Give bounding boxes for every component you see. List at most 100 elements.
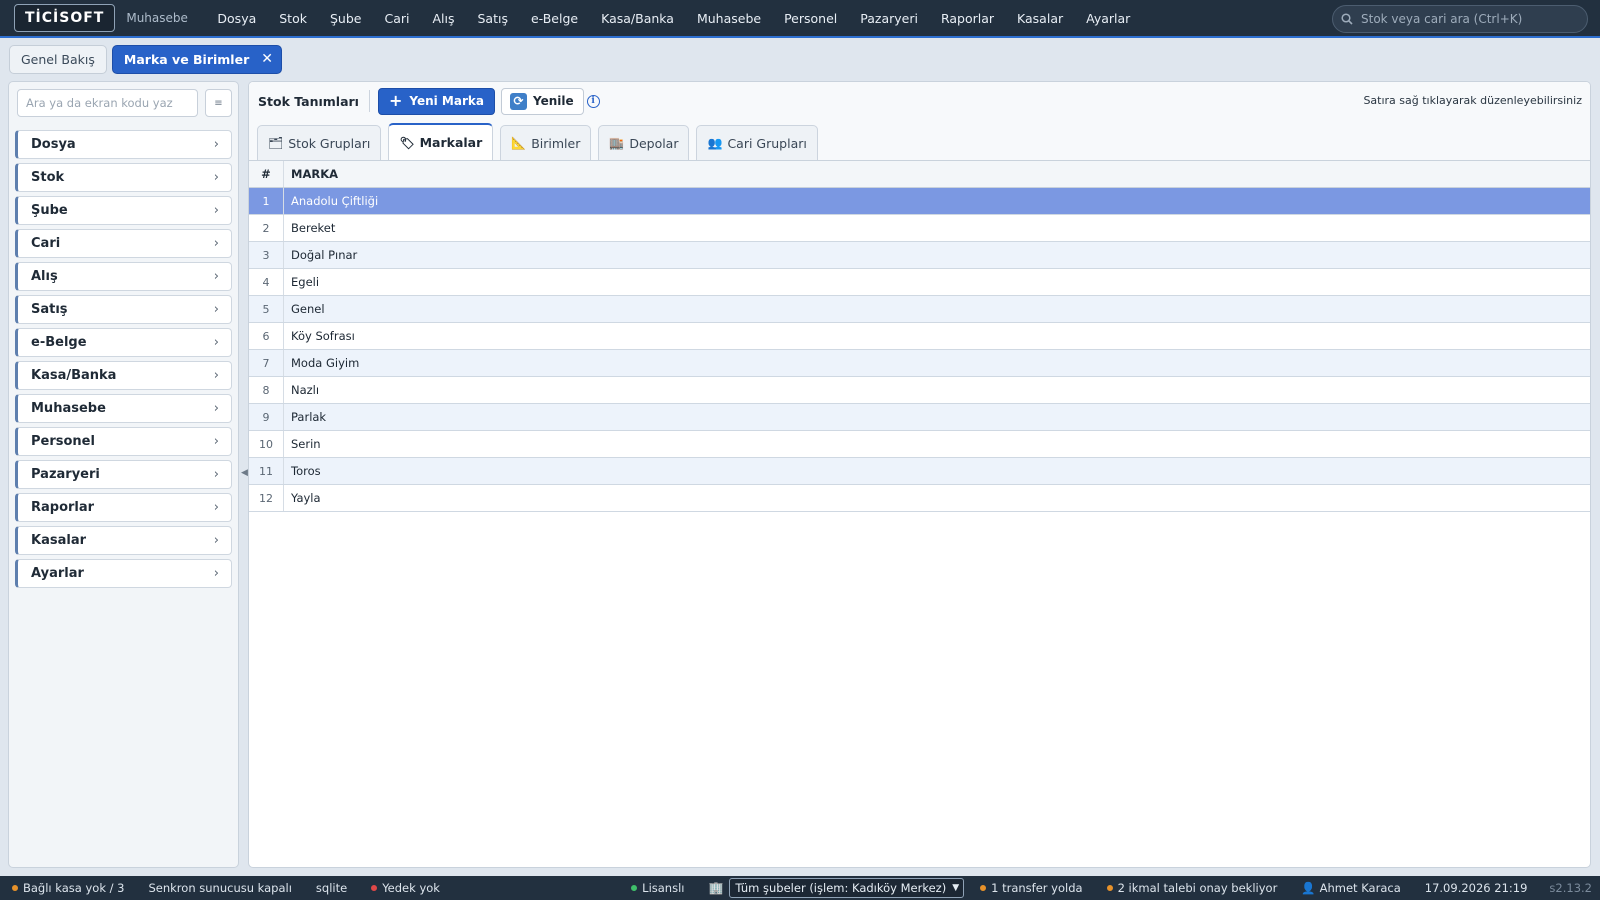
edit-hint: Satıra sağ tıklayarak düzenleyebilirsini… <box>1363 94 1582 107</box>
app-logo[interactable]: TİCİSOFT <box>14 4 116 32</box>
chevron-right-icon: › <box>213 335 219 350</box>
page-tabs: Genel Bakış Marka ve Birimler ✕ <box>0 40 1600 78</box>
sidebar-item-stok[interactable]: Stok › <box>15 163 232 192</box>
sidebar-item-raporlar[interactable]: Raporlar › <box>15 493 232 522</box>
subtab-depolar[interactable]: 🏬 Depolar <box>598 125 690 160</box>
menu-item-pazaryeri[interactable]: Pazaryeri <box>849 11 930 26</box>
menu-item-kasalar[interactable]: Kasalar <box>1006 11 1075 26</box>
menu-item-stok[interactable]: Stok <box>268 11 319 26</box>
menu-item-kasa-banka[interactable]: Kasa/Banka <box>590 11 686 26</box>
sidebar-item-label: Dosya <box>31 137 76 152</box>
branch-select[interactable]: Tüm şubeler (işlem: Kadıköy Merkez) ▼ <box>729 878 965 898</box>
sidebar-item-kasalar[interactable]: Kasalar › <box>15 526 232 555</box>
status-sync: Senkron sunucusu kapalı <box>136 881 303 895</box>
plus-icon: + <box>388 91 403 110</box>
sidebar-search-input[interactable] <box>18 90 197 116</box>
menu-item-cari[interactable]: Cari <box>373 11 421 26</box>
chevron-right-icon: › <box>213 401 219 416</box>
sidebar-item-personel[interactable]: Personel › <box>15 427 232 456</box>
menu-item-muhasebe[interactable]: Muhasebe <box>685 11 772 26</box>
table-row[interactable]: 5 Genel <box>249 296 1590 323</box>
sidebar-item-label: Kasa/Banka <box>31 368 117 383</box>
folder-icon: 🗂 <box>268 136 284 150</box>
chevron-right-icon: › <box>213 533 219 548</box>
list-view-button[interactable]: ≡ <box>205 89 232 117</box>
row-number: 7 <box>249 350 284 376</box>
close-icon[interactable]: ✕ <box>261 51 273 67</box>
sidebar: ≡ Dosya›Stok›Şube›Cari›Alış›Satış›e-Belg… <box>8 81 239 868</box>
table-row[interactable]: 3 Doğal Pınar <box>249 242 1590 269</box>
table-row[interactable]: 8 Nazlı <box>249 377 1590 404</box>
collapse-sidebar-icon[interactable]: ◀ <box>241 468 248 478</box>
new-brand-label: Yeni Marka <box>409 94 484 108</box>
status-user[interactable]: 👤 Ahmet Karaca <box>1289 881 1412 895</box>
table-row[interactable]: 12 Yayla <box>249 485 1590 512</box>
subtab-birimler[interactable]: 📐 Birimler <box>500 125 592 160</box>
chevron-right-icon: › <box>213 500 219 515</box>
status-transfer[interactable]: 1 transfer yolda <box>968 881 1094 895</box>
menu-item-e-belge[interactable]: e-Belge <box>519 11 589 26</box>
table-row[interactable]: 11 Toros <box>249 458 1590 485</box>
row-number: 3 <box>249 242 284 268</box>
sidebar-item-dosya[interactable]: Dosya › <box>15 130 232 159</box>
menu-item-raporlar[interactable]: Raporlar <box>929 11 1005 26</box>
menu-item-sat-[interactable]: Satış <box>466 11 519 26</box>
brand-name-cell: Nazlı <box>291 383 320 397</box>
table-row[interactable]: 2 Bereket <box>249 215 1590 242</box>
building-icon: 🏢 <box>708 881 724 895</box>
sidebar-menu: Dosya › Stok › Şube › Cari › Alış › Satış › e-Belge ›… <box>15 130 232 592</box>
subtab-markalar[interactable]: 🏷 Markalar <box>388 123 494 160</box>
status-approval-text: 2 ikmal talebi onay bekliyor <box>1117 881 1278 895</box>
column-header-brand[interactable]: MARKA <box>284 161 1590 187</box>
table-row[interactable]: 4 Egeli <box>249 269 1590 296</box>
status-user-text: Ahmet Karaca <box>1319 881 1401 895</box>
status-approval[interactable]: 2 ikmal talebi onay bekliyor <box>1095 881 1290 895</box>
sidebar-search[interactable] <box>17 89 198 117</box>
toolbar: Stok Tanımları + Yeni Marka ⟳ Yenile i S… <box>249 82 1590 120</box>
global-search-input[interactable] <box>1361 12 1571 26</box>
sidebar-item-cari[interactable]: Cari › <box>15 229 232 258</box>
sidebar-item-pazaryeri[interactable]: Pazaryeri › <box>15 460 232 489</box>
table-row[interactable]: 7 Moda Giyim <box>249 350 1590 377</box>
sidebar-item-kasa-banka[interactable]: Kasa/Banka › <box>15 361 232 390</box>
tab-label: Marka ve Birimler <box>123 51 250 67</box>
menu-item-personel[interactable]: Personel <box>773 11 849 26</box>
status-license: Lisanslı <box>619 881 696 895</box>
subtab-cari-gruplari[interactable]: 👥 Cari Grupları <box>696 125 818 160</box>
sidebar-item-al-[interactable]: Alış › <box>15 262 232 291</box>
main-menu: Dosya Stok Şube Cari Alış Satış e-Belge Kasa/Ba… <box>206 11 1142 26</box>
status-bar: Bağlı kasa yok / 3 Senkron sunucusu kapa… <box>0 876 1600 900</box>
chevron-right-icon: › <box>213 203 219 218</box>
chevron-right-icon: › <box>213 302 219 317</box>
table-row[interactable]: 10 Serin <box>249 431 1590 458</box>
menu-item--ube[interactable]: Şube <box>318 11 372 26</box>
brand-name-cell: Köy Sofrası <box>291 329 355 343</box>
tab-marka-ve-birimler[interactable]: Marka ve Birimler ✕ <box>111 44 282 74</box>
branch-area: 🏢 Tüm şubeler (işlem: Kadıköy Merkez) ▼ <box>696 878 968 898</box>
sidebar-item-label: Şube <box>31 203 68 218</box>
refresh-button[interactable]: ⟳ Yenile <box>500 87 584 115</box>
brand-name-cell: Toros <box>291 464 321 478</box>
menu-item-dosya[interactable]: Dosya <box>206 11 268 26</box>
row-number: 4 <box>249 269 284 295</box>
global-search[interactable] <box>1332 5 1588 33</box>
sidebar-item-sat-[interactable]: Satış › <box>15 295 232 324</box>
sidebar-item-muhasebe[interactable]: Muhasebe › <box>15 394 232 423</box>
menu-item-al-[interactable]: Alış <box>421 11 466 26</box>
tab-genel-bakis[interactable]: Genel Bakış <box>9 44 107 74</box>
status-db: sqlite <box>304 881 359 895</box>
sidebar-item--ube[interactable]: Şube › <box>15 196 232 225</box>
column-header-number[interactable]: # <box>249 161 284 187</box>
table-row[interactable]: 1 Anadolu Çiftliği <box>249 188 1590 215</box>
subtab-stok-gruplari[interactable]: 🗂 Stok Grupları <box>257 125 382 160</box>
table-row[interactable]: 9 Parlak <box>249 404 1590 431</box>
menu-item-ayarlar[interactable]: Ayarlar <box>1075 11 1142 26</box>
info-icon[interactable]: i <box>586 94 600 108</box>
sidebar-item-ayarlar[interactable]: Ayarlar › <box>15 559 232 588</box>
new-brand-button[interactable]: + Yeni Marka <box>377 87 495 115</box>
brand-table: # MARKA 1 Anadolu Çiftliği 2 Bereket 3 Doğal … <box>249 160 1590 512</box>
sidebar-item-e-belge[interactable]: e-Belge › <box>15 328 232 357</box>
sidebar-item-label: Satış <box>31 302 68 317</box>
chevron-right-icon: › <box>213 269 219 284</box>
table-row[interactable]: 6 Köy Sofrası <box>249 323 1590 350</box>
